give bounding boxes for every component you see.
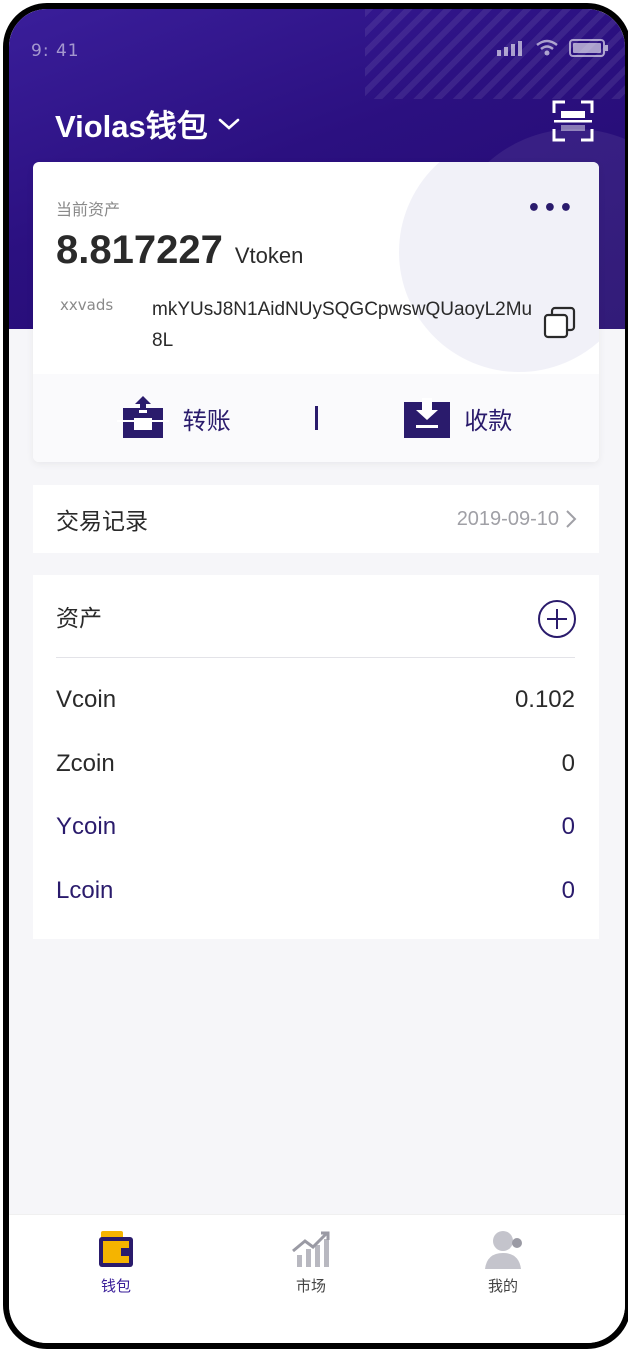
- chevron-down-icon: [218, 118, 240, 130]
- tab-wallet-label: 钱包: [100, 1277, 131, 1295]
- asset-value: 0.102: [514, 686, 575, 713]
- asset-row[interactable]: Zcoin 0: [56, 744, 575, 784]
- profile-icon: [485, 1231, 522, 1269]
- tab-market[interactable]: 市场: [261, 1229, 361, 1296]
- asset-name: Zcoin: [56, 750, 115, 777]
- tab-wallet[interactable]: 钱包: [66, 1229, 166, 1296]
- add-asset-icon[interactable]: [537, 599, 577, 639]
- tab-profile-label: 我的: [487, 1277, 518, 1295]
- battery-icon: [569, 39, 608, 57]
- current-asset-label: 当前资产: [56, 200, 121, 219]
- wallet-card: 当前资产 ••• 8.817227 Vtoken xxvads mkYUsJ8N…: [33, 162, 599, 462]
- asset-name: Vcoin: [56, 686, 117, 713]
- transfer-icon: [116, 396, 169, 438]
- tab-bar: 钱包 市场 我的: [9, 1214, 625, 1343]
- assets-title: 资产: [56, 606, 102, 632]
- wallet-icon: [99, 1231, 133, 1267]
- balance: 8.817227 Vtoken: [56, 228, 303, 273]
- tab-market-label: 市场: [295, 1277, 326, 1295]
- status-bar: 9: 41: [9, 9, 625, 79]
- copy-icon[interactable]: [543, 306, 577, 340]
- signal-icon: [497, 41, 522, 56]
- asset-row[interactable]: Vcoin 0.102: [56, 680, 575, 720]
- receive-icon: [404, 398, 451, 438]
- asset-value: 0: [561, 750, 575, 777]
- asset-row[interactable]: Ycoin 0: [56, 807, 575, 847]
- assets-panel: 资产 Vcoin 0.102 Zcoin 0 Ycoin 0 Lcoin 0: [33, 575, 599, 939]
- status-icons: [497, 39, 609, 57]
- more-options-icon[interactable]: •••: [527, 196, 575, 221]
- asset-row[interactable]: Lcoin 0: [56, 871, 575, 911]
- asset-name: Lcoin: [56, 877, 114, 904]
- receive-button[interactable]: 收款: [318, 398, 600, 438]
- balance-unit: Vtoken: [234, 243, 304, 268]
- asset-value: 0: [561, 877, 575, 904]
- chevron-right-icon: [566, 510, 577, 528]
- wallet-address: mkYUsJ8N1AidNUySQGCpwswQUaoyL2Mu8L: [152, 299, 533, 351]
- account-name: xxvads: [60, 296, 114, 314]
- page-title: Violas钱包: [55, 109, 208, 144]
- asset-value: 0: [561, 813, 575, 840]
- scan-qr-icon[interactable]: [551, 99, 595, 143]
- phone-frame: 9: 41 Violas钱包 当前资产 ••• 8.817227 Vtoken …: [3, 3, 628, 1349]
- balance-amount: 8.817227: [56, 228, 223, 272]
- transactions-date: 2019-09-10: [457, 508, 577, 531]
- status-time: 9: 41: [31, 41, 80, 61]
- tab-profile[interactable]: 我的: [453, 1229, 553, 1296]
- transactions-label: 交易记录: [56, 509, 148, 535]
- transfer-label: 转账: [182, 406, 231, 435]
- wifi-icon: [536, 39, 558, 56]
- assets-divider: [56, 657, 575, 658]
- transactions-date-text: 2019-09-10: [456, 507, 559, 530]
- asset-name: Ycoin: [56, 813, 117, 840]
- receive-label: 收款: [464, 406, 513, 435]
- transaction-records-row[interactable]: 交易记录 2019-09-10: [33, 485, 599, 553]
- card-actions: 转账 收款: [33, 374, 599, 462]
- market-chart-icon: [292, 1231, 330, 1267]
- transfer-button[interactable]: 转账: [33, 396, 315, 440]
- wallet-switcher[interactable]: Violas钱包: [55, 101, 240, 146]
